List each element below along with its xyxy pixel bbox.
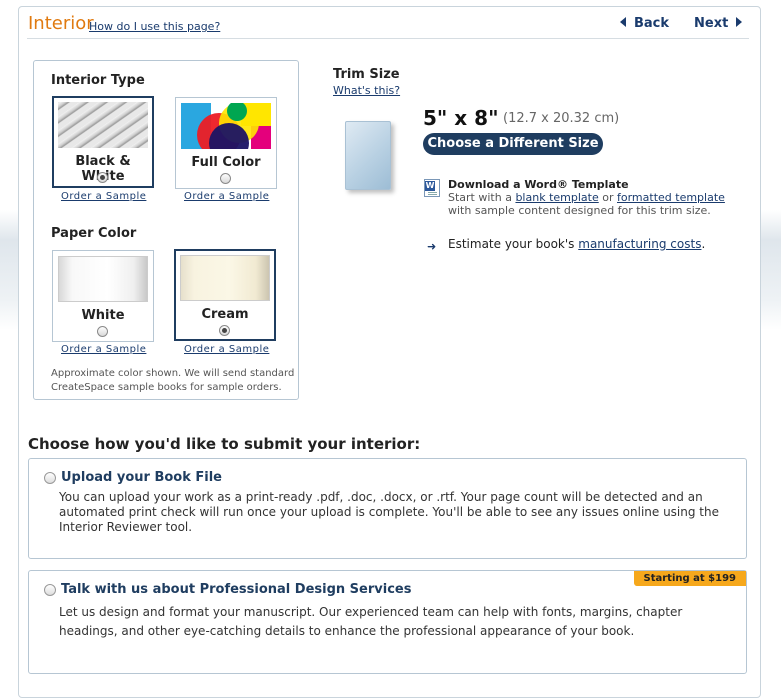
manufacturing-costs-link[interactable]: manufacturing costs [578, 237, 701, 251]
color-swatch [181, 103, 271, 149]
color-wheel-icon [181, 103, 271, 149]
price-badge: Starting at $199 [633, 571, 746, 586]
blank-template-link[interactable]: blank template [515, 191, 598, 204]
upload-option-title: Upload your Book File [61, 470, 223, 485]
design-services-option-box[interactable]: Starting at $199 Talk with us about Prof… [28, 570, 747, 674]
back-button[interactable]: Back [620, 16, 669, 31]
order-sample-link-bw[interactable]: Order a Sample [61, 191, 146, 202]
order-sample-link-color[interactable]: Order a Sample [184, 191, 269, 202]
download-template-heading: Download a Word® Template [448, 178, 629, 191]
radio-upload[interactable] [44, 472, 56, 484]
bw-swatch [58, 102, 148, 148]
arrow-right-icon: ➜ [427, 240, 437, 253]
radio-black-white[interactable] [97, 172, 108, 183]
option-white-paper[interactable]: White [52, 250, 154, 342]
cream-swatch [180, 255, 270, 301]
white-swatch [58, 256, 148, 302]
next-button[interactable]: Next [694, 16, 743, 31]
option-black-white[interactable]: Black & White [52, 96, 154, 188]
chevron-right-icon [736, 17, 743, 27]
upload-option-box[interactable]: Upload your Book File You can upload you… [28, 458, 747, 559]
design-services-title: Talk with us about Professional Design S… [61, 582, 412, 597]
book-icon [345, 121, 391, 190]
estimate-costs-text: Estimate your book's manufacturing costs… [448, 237, 706, 251]
interior-type-heading: Interior Type [51, 73, 145, 88]
paper-color-heading: Paper Color [51, 226, 137, 241]
option-label: Cream [201, 307, 249, 322]
trim-size-metric: (12.7 x 20.32 cm) [503, 111, 620, 126]
order-sample-link-white[interactable]: Order a Sample [61, 344, 146, 355]
page-title: Interior [28, 13, 94, 34]
paper-color-note: Approximate color shown. We will send st… [51, 368, 295, 393]
help-link[interactable]: How do I use this page? [89, 20, 220, 33]
option-cream-paper[interactable]: Cream [174, 249, 276, 341]
word-document-icon [424, 179, 440, 197]
radio-full-color[interactable] [220, 173, 231, 184]
submit-heading: Choose how you'd like to submit your int… [28, 435, 421, 453]
option-full-color[interactable]: Full Color [175, 97, 277, 189]
design-services-description: Let us design and format your manuscript… [59, 605, 683, 638]
chevron-left-icon [620, 17, 626, 27]
formatted-template-link[interactable]: formatted template [617, 191, 725, 204]
radio-white-paper[interactable] [97, 326, 108, 337]
upload-option-description: You can upload your work as a print-read… [59, 490, 719, 534]
radio-cream-paper[interactable] [219, 325, 230, 336]
header-divider [27, 38, 749, 39]
download-template-text: Start with a blank template or formatted… [448, 191, 725, 217]
whats-this-link[interactable]: What's this? [333, 84, 400, 97]
trim-size-value: 5" x 8" [423, 106, 499, 130]
option-label: Full Color [191, 155, 261, 170]
choose-different-size-button[interactable]: Choose a Different Size [423, 133, 603, 155]
order-sample-link-cream[interactable]: Order a Sample [184, 344, 269, 355]
option-label: White [81, 308, 125, 323]
radio-design-services[interactable] [44, 584, 56, 596]
trim-size-heading: Trim Size [333, 67, 400, 82]
